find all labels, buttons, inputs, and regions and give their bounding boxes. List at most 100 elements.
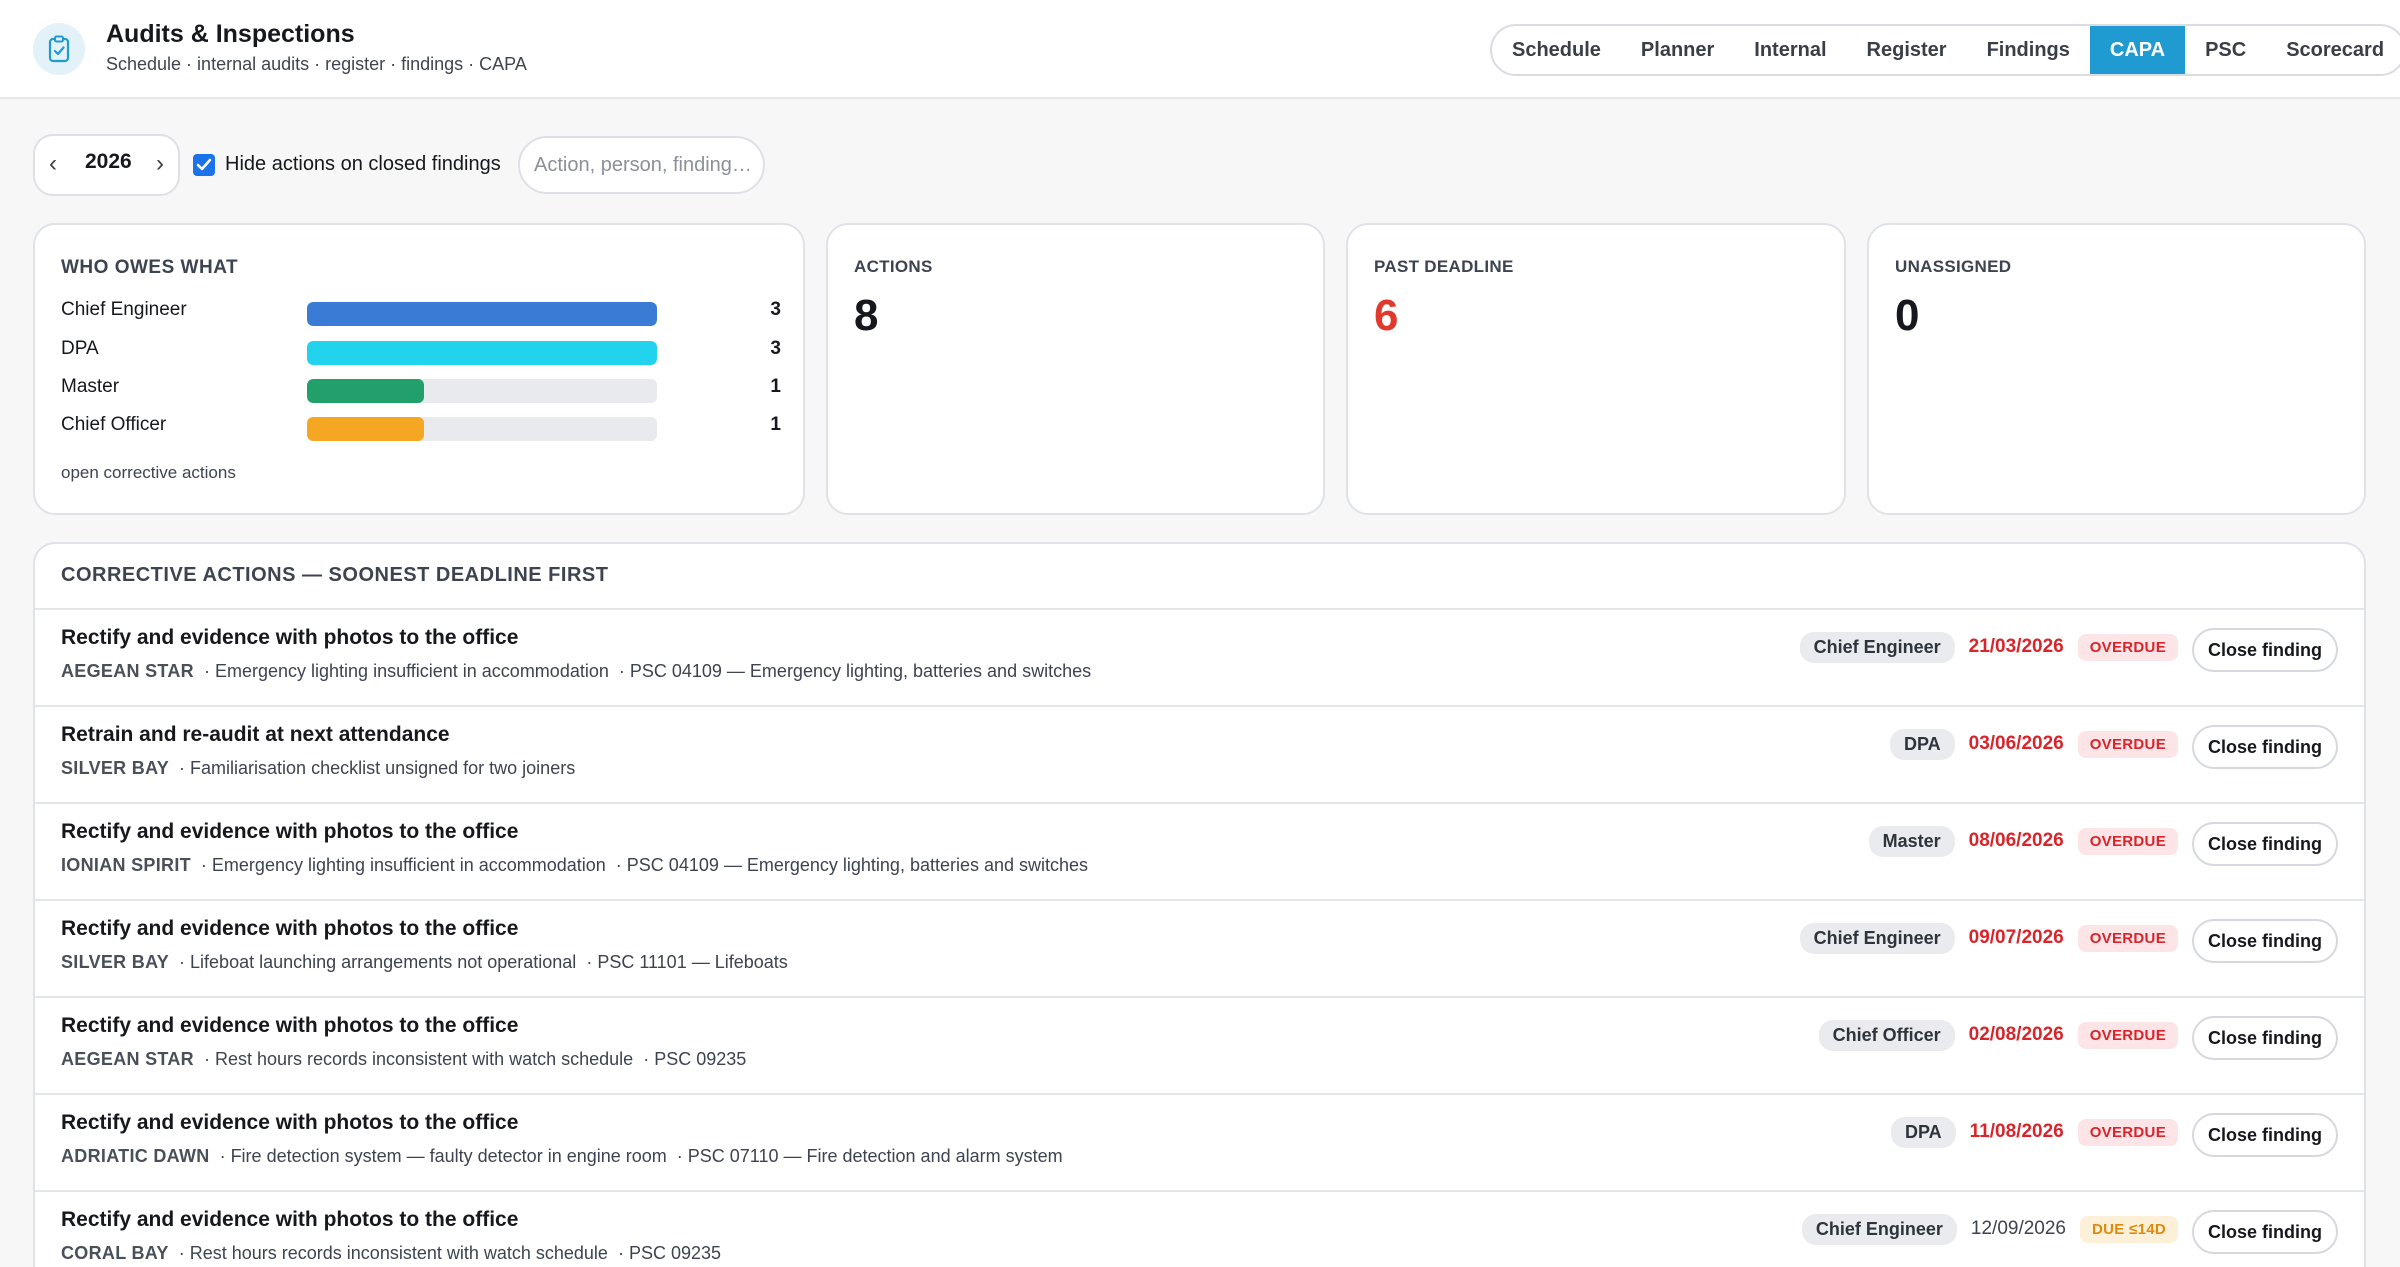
finding-text: Fire detection system — faulty detector … xyxy=(230,1146,667,1166)
separator: · xyxy=(193,1049,215,1069)
corrective-actions-card: CORRECTIVE ACTIONS — SOONEST DEADLINE FI… xyxy=(33,542,2366,1267)
finding-text: Familiarisation checklist unsigned for t… xyxy=(190,758,576,778)
psc-reference: PSC 09235 xyxy=(628,1243,722,1263)
separator: · xyxy=(607,1243,629,1263)
owes-bar xyxy=(307,302,657,326)
stat-label: UNASSIGNED xyxy=(1895,257,2012,276)
owes-count: 1 xyxy=(770,414,781,435)
tab-scorecard[interactable]: Scorecard xyxy=(2266,26,2400,74)
hide-closed-checkbox[interactable] xyxy=(193,154,215,176)
vessel-name: AEGEAN STAR xyxy=(61,661,194,681)
due-date: 12/09/2026 xyxy=(1970,1218,2066,1239)
separator: · xyxy=(666,1146,688,1166)
action-title: Rectify and evidence with photos to the … xyxy=(61,626,519,649)
finding-text: Emergency lighting insufficient in accom… xyxy=(214,661,609,681)
who-owes-what-title: WHO OWES WHAT xyxy=(61,257,239,278)
finding-text: Lifeboat launching arrangements not oper… xyxy=(190,952,577,972)
close-finding-button[interactable]: Close finding xyxy=(2192,1113,2338,1157)
next-year-button[interactable]: › xyxy=(156,150,164,178)
stat-label: PAST DEADLINE xyxy=(1374,257,1514,276)
action-title: Rectify and evidence with photos to the … xyxy=(61,1014,519,1037)
action-title: Rectify and evidence with photos to the … xyxy=(61,1208,519,1231)
owes-bar-track xyxy=(307,379,657,403)
psc-reference: PSC 07110 — Fire detection and alarm sys… xyxy=(687,1146,1063,1166)
close-finding-button[interactable]: Close finding xyxy=(2192,919,2338,963)
owes-row: Chief Engineer 3 xyxy=(61,297,781,327)
action-row: Rectify and evidence with photos to the … xyxy=(35,804,2364,901)
separator: · xyxy=(169,758,191,778)
action-meta: SILVER BAY · Lifeboat launching arrangem… xyxy=(61,952,788,973)
owes-name: Master xyxy=(61,376,120,397)
search-input[interactable] xyxy=(518,136,765,194)
previous-year-button[interactable]: ‹ xyxy=(49,150,57,178)
action-title: Rectify and evidence with photos to the … xyxy=(61,1111,519,1134)
status-badge: OVERDUE xyxy=(2077,730,2178,758)
separator: · xyxy=(608,661,630,681)
action-status-group: DPA 03/06/2026 OVERDUE Close finding xyxy=(1889,722,2338,769)
past-deadline-stat-card: PAST DEADLINE 6 xyxy=(1346,223,1846,515)
vessel-name: SILVER BAY xyxy=(61,952,170,972)
close-finding-button[interactable]: Close finding xyxy=(2192,628,2338,672)
action-status-group: Chief Engineer 12/09/2026 DUE ≤14D Close fi… xyxy=(1801,1207,2338,1254)
action-row: Rectify and evidence with photos to the … xyxy=(35,1095,2364,1192)
unassigned-stat-card: UNASSIGNED 0 xyxy=(1867,223,2366,515)
tab-findings[interactable]: Findings xyxy=(1967,26,2090,74)
close-finding-button[interactable]: Close finding xyxy=(2192,822,2338,866)
year-value: 2026 xyxy=(85,150,132,173)
vessel-name: CORAL BAY xyxy=(61,1243,169,1263)
close-finding-button[interactable]: Close finding xyxy=(2192,725,2338,769)
action-meta: IONIAN SPIRIT · Emergency lighting insuf… xyxy=(61,855,1088,876)
action-meta: AEGEAN STAR · Emergency lighting insuffi… xyxy=(61,661,1091,682)
owes-name: DPA xyxy=(61,338,99,359)
action-row: Rectify and evidence with photos to the … xyxy=(35,998,2364,1095)
close-finding-button[interactable]: Close finding xyxy=(2192,1016,2338,1060)
due-date: 11/08/2026 xyxy=(1969,1121,2064,1142)
tab-planner[interactable]: Planner xyxy=(1621,26,1734,74)
owes-bar-track xyxy=(307,302,657,326)
tab-psc[interactable]: PSC xyxy=(2185,26,2266,74)
action-meta: AEGEAN STAR · Rest hours records inconsi… xyxy=(61,1049,746,1070)
owes-count: 1 xyxy=(770,376,781,397)
close-finding-button[interactable]: Close finding xyxy=(2192,1210,2338,1254)
separator: · xyxy=(605,855,627,875)
action-status-group: Master 08/06/2026 OVERDUE Close finding xyxy=(1868,819,2338,866)
separator: · xyxy=(169,952,191,972)
psc-reference: PSC 09235 xyxy=(654,1049,747,1069)
tab-schedule[interactable]: Schedule xyxy=(1492,26,1621,74)
psc-reference: PSC 04109 — Emergency lighting, batterie… xyxy=(626,855,1089,875)
action-title: Rectify and evidence with photos to the … xyxy=(61,917,519,940)
action-row: Retrain and re-audit at next attendance S… xyxy=(35,707,2364,804)
who-owes-what-footer: open corrective actions xyxy=(61,463,236,482)
hide-closed-label[interactable]: Hide actions on closed findings xyxy=(225,153,501,176)
vessel-name: SILVER BAY xyxy=(61,758,170,778)
due-date: 09/07/2026 xyxy=(1968,927,2064,948)
tab-capa[interactable]: CAPA xyxy=(2089,26,2186,74)
stat-value: 8 xyxy=(854,291,879,340)
tab-internal[interactable]: Internal xyxy=(1734,26,1846,74)
tab-register[interactable]: Register xyxy=(1847,26,1967,74)
owes-bar xyxy=(307,379,424,403)
year-picker: ‹ 2026 › xyxy=(33,134,180,196)
clipboard-check-icon xyxy=(33,23,85,75)
action-status-group: Chief Engineer 21/03/2026 OVERDUE Close fin… xyxy=(1799,625,2338,672)
separator: · xyxy=(190,855,212,875)
owes-row: Master 1 xyxy=(61,374,781,404)
who-owes-what-card: WHO OWES WHAT Chief Engineer 3 DPA 3 Master 1… xyxy=(33,223,805,515)
vessel-name: AEGEAN STAR xyxy=(61,1049,194,1069)
owner-badge: Chief Officer xyxy=(1818,1019,1955,1051)
action-title: Retrain and re-audit at next attendance xyxy=(61,723,450,746)
separator: · xyxy=(193,661,215,681)
status-badge: OVERDUE xyxy=(2077,827,2178,855)
action-row: Rectify and evidence with photos to the … xyxy=(35,1192,2364,1267)
action-title: Rectify and evidence with photos to the … xyxy=(61,820,519,843)
owes-count: 3 xyxy=(770,299,781,320)
separator: · xyxy=(633,1049,655,1069)
owner-badge: Chief Engineer xyxy=(1801,1213,1957,1245)
stat-value: 0 xyxy=(1895,291,1920,340)
due-date: 21/03/2026 xyxy=(1968,636,2064,657)
section-tabs: Schedule Planner Internal Register Findings C… xyxy=(1490,24,2400,76)
corrective-actions-title: CORRECTIVE ACTIONS — SOONEST DEADLINE FI… xyxy=(61,564,609,586)
finding-text: Rest hours records inconsistent with wat… xyxy=(214,1049,634,1069)
status-badge: OVERDUE xyxy=(2077,1021,2178,1049)
owes-bar-track xyxy=(307,417,657,441)
